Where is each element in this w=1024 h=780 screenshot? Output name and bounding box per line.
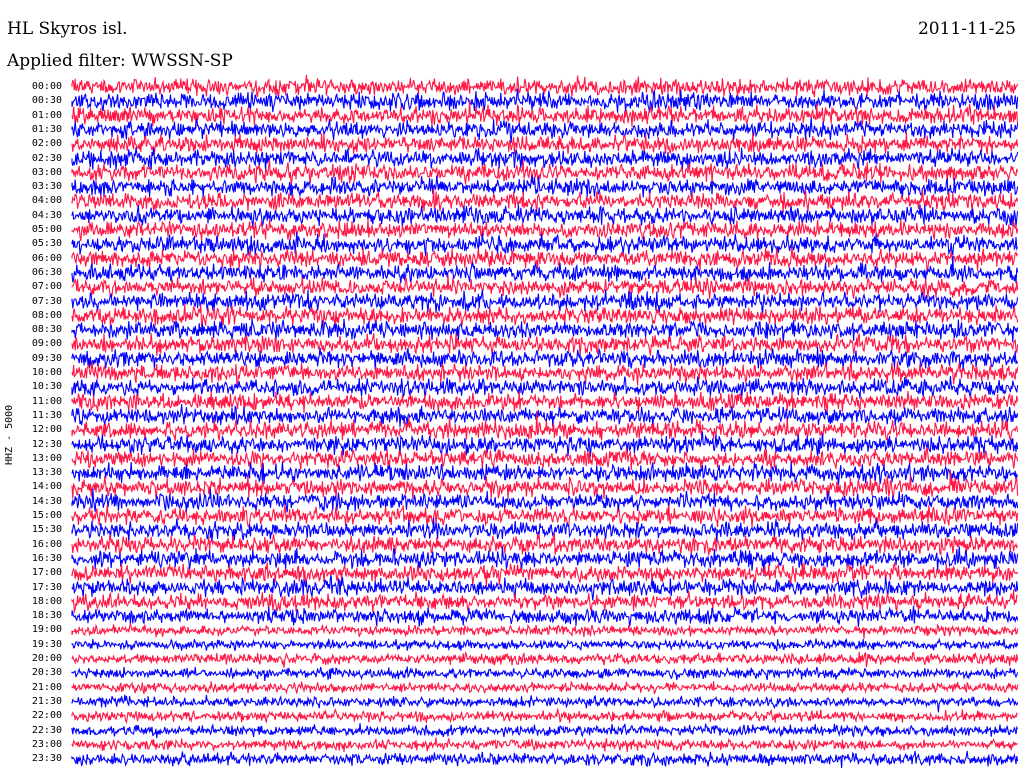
time-label: 08:00 [31, 309, 62, 321]
trace-2130 [71, 694, 1019, 713]
trace-0200 [71, 132, 1019, 155]
time-label: 15:30 [31, 524, 62, 536]
time-label: 02:00 [31, 138, 62, 150]
time-label: 10:30 [31, 381, 62, 393]
trace-1430 [71, 488, 1019, 513]
trace-2030 [71, 666, 1019, 681]
time-label: 09:30 [31, 352, 62, 364]
trace-0400 [71, 188, 1019, 213]
trace-1900 [71, 622, 1019, 639]
time-label: 05:00 [31, 224, 62, 235]
time-label: 14:30 [31, 495, 62, 507]
time-label: 18:30 [31, 610, 62, 622]
time-label: 23:30 [31, 753, 62, 765]
time-label: 19:00 [31, 624, 62, 636]
time-label: 19:30 [31, 638, 62, 650]
trace-0130 [71, 117, 1019, 144]
trace-0930 [71, 347, 1019, 370]
time-label: 01:30 [31, 123, 62, 135]
trace-1800 [71, 589, 1018, 613]
channel-label: HHZ - 5000 [4, 404, 15, 465]
time-label: 02:30 [31, 152, 62, 164]
trace-1000 [71, 361, 1019, 386]
time-axis-labels: 00:00 00:30 01:00 01:30 02:00 02:30 03:00 03:30… [0, 0, 70, 780]
trace-1700 [71, 561, 1019, 588]
time-label: 04:30 [31, 209, 62, 221]
trace-2000 [71, 650, 1019, 668]
time-label: 22:00 [31, 710, 62, 722]
time-label: 18:00 [31, 595, 62, 607]
helicorder-plot [71, 74, 1019, 769]
time-label: 21:30 [31, 695, 62, 707]
trace-2100 [71, 680, 1019, 695]
time-label: 10:00 [31, 367, 62, 378]
trace-1530 [71, 517, 1019, 543]
time-label: 06:00 [31, 252, 62, 264]
time-label: 16:30 [31, 552, 62, 564]
time-label: 21:00 [31, 681, 62, 693]
time-label: 03:00 [31, 166, 62, 178]
trace-1930 [71, 637, 1019, 652]
time-label: 09:00 [31, 338, 62, 350]
time-label: 23:00 [31, 738, 62, 750]
time-label: 13:30 [31, 467, 62, 479]
time-label: 01:00 [31, 109, 62, 121]
trace-1300 [71, 446, 1019, 471]
time-label: 07:00 [31, 281, 62, 293]
time-label: 03:30 [31, 181, 62, 193]
time-label: 20:30 [31, 667, 62, 679]
time-label: 08:30 [31, 324, 62, 336]
trace-2200 [71, 707, 1019, 725]
time-label: 17:00 [31, 567, 62, 579]
time-label: 07:30 [31, 295, 62, 307]
time-label: 00:00 [31, 81, 62, 92]
trace-2330 [71, 750, 1019, 769]
time-label: 06:30 [31, 266, 62, 278]
time-label: 17:30 [31, 581, 62, 593]
time-label: 20:00 [31, 653, 62, 664]
time-label: 14:00 [31, 481, 62, 493]
trace-0000 [71, 74, 1019, 98]
trace-0530 [71, 231, 1019, 256]
time-label: 04:00 [31, 195, 62, 207]
trace-2230 [71, 723, 1019, 739]
trace-2300 [71, 737, 1018, 753]
time-label: 00:30 [31, 95, 62, 107]
trace-0330 [71, 175, 1019, 199]
time-label: 15:00 [31, 510, 62, 521]
time-label: 05:30 [31, 238, 62, 250]
trace-1100 [71, 390, 1019, 416]
time-label: 22:30 [31, 724, 62, 736]
trace-1830 [71, 605, 1019, 627]
time-label: 16:00 [31, 538, 62, 550]
